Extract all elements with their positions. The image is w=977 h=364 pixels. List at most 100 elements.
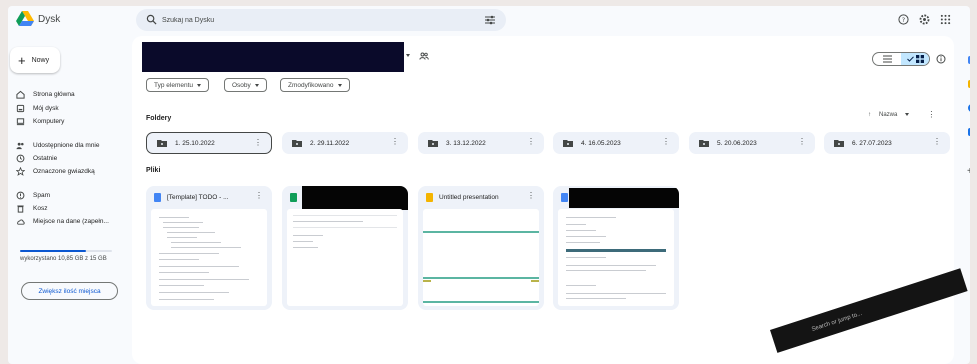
sort-label[interactable]: Nazwa bbox=[879, 112, 897, 118]
file-card[interactable]: Untitled presentation ⋮ bbox=[418, 186, 544, 310]
grid-view-button[interactable] bbox=[901, 53, 929, 65]
spam-icon bbox=[16, 191, 25, 199]
contacts-icon[interactable] bbox=[968, 128, 970, 136]
folder-item[interactable]: 6. 27.07.2023 ⋮ bbox=[824, 132, 950, 154]
folder-name: 3. 13.12.2022 bbox=[446, 139, 486, 147]
sidebar-item-storage[interactable]: Miejsce na dane (zapełn... bbox=[16, 215, 109, 227]
star-icon bbox=[16, 166, 25, 176]
chevron-down-icon bbox=[337, 83, 342, 87]
folder-item[interactable]: 2. 29.11.2022 ⋮ bbox=[282, 132, 408, 154]
chevron-down-icon bbox=[905, 113, 910, 116]
file-header: [Template] TODO - ... ⋮ bbox=[146, 186, 272, 208]
apps-grid-icon[interactable] bbox=[940, 14, 951, 25]
filter-modified-chip[interactable]: Zmodyfikowano bbox=[280, 78, 350, 92]
search-icon[interactable] bbox=[146, 14, 157, 25]
folder-name: 6. 27.07.2023 bbox=[852, 139, 892, 147]
file-card[interactable] bbox=[282, 186, 408, 310]
folder-item[interactable]: 3. 13.12.2022 ⋮ bbox=[418, 132, 544, 154]
folder-name: 4. 16.05.2023 bbox=[581, 139, 621, 147]
more-options-icon[interactable]: ⋮ bbox=[933, 137, 941, 146]
sidebar-item-shared[interactable]: Udostępnione dla mnie bbox=[16, 139, 100, 151]
cloud-icon bbox=[17, 218, 25, 225]
file-header bbox=[282, 186, 408, 210]
view-toggle bbox=[872, 52, 930, 66]
share-people-icon[interactable] bbox=[419, 51, 429, 61]
files-heading: Pliki bbox=[146, 167, 161, 174]
shared-folder-icon bbox=[834, 140, 844, 147]
filter-chip-label: Typ elementu bbox=[154, 81, 194, 89]
search-options-icon[interactable] bbox=[484, 14, 496, 26]
storage-progress bbox=[20, 250, 112, 252]
sidebar-item-computers[interactable]: Komputery bbox=[16, 115, 64, 127]
app-title: Dysk bbox=[38, 13, 61, 25]
sidebar-item-home[interactable]: Strona główna bbox=[16, 88, 75, 100]
sidebar-item-my-drive[interactable]: Mój dysk bbox=[16, 102, 59, 114]
drive-logo[interactable]: Dysk bbox=[16, 11, 60, 27]
more-options-icon[interactable]: ⋮ bbox=[662, 137, 670, 146]
filter-type-chip[interactable]: Typ elementu bbox=[146, 78, 210, 92]
sidebar-item-spam[interactable]: Spam bbox=[16, 189, 50, 201]
folder-name: 1. 25.10.2022 bbox=[175, 139, 215, 147]
plus-icon: + bbox=[18, 52, 26, 68]
file-card[interactable]: [Template] TODO - ... ⋮ bbox=[146, 186, 272, 310]
folder-item[interactable]: 1. 25.10.2022 ⋮ bbox=[146, 132, 272, 154]
more-options-icon[interactable]: ⋮ bbox=[798, 137, 806, 146]
tasks-icon[interactable] bbox=[968, 104, 970, 112]
shared-folder-icon bbox=[292, 140, 302, 147]
docs-icon bbox=[154, 192, 161, 202]
settings-gear-icon[interactable] bbox=[919, 14, 930, 25]
top-actions: ? bbox=[898, 14, 951, 25]
more-options-icon[interactable]: ⋮ bbox=[391, 137, 399, 146]
top-bar: Dysk ? bbox=[8, 6, 970, 36]
sort-control[interactable]: ↑ Nazwa ⋮ bbox=[868, 110, 935, 119]
new-button[interactable]: + Nowy bbox=[10, 47, 60, 73]
more-options-icon[interactable]: ⋮ bbox=[255, 191, 263, 200]
more-options-icon[interactable]: ⋮ bbox=[527, 191, 535, 200]
keep-icon[interactable] bbox=[968, 80, 970, 88]
search-bar[interactable] bbox=[136, 9, 506, 31]
more-options-icon[interactable]: ⋮ bbox=[254, 138, 262, 147]
chevron-down-icon bbox=[197, 83, 202, 87]
docs-icon bbox=[561, 192, 568, 202]
sidebar-item-label: Udostępnione dla mnie bbox=[33, 141, 100, 149]
sidebar-item-recent[interactable]: Ostatnie bbox=[16, 152, 57, 164]
file-thumbnail bbox=[558, 209, 674, 306]
clock-icon bbox=[16, 154, 25, 162]
folder-title-dropdown-icon[interactable] bbox=[406, 54, 410, 57]
arrow-up-icon[interactable]: ↑ bbox=[868, 112, 871, 118]
folder-item[interactable]: 5. 20.06.2023 ⋮ bbox=[689, 132, 815, 154]
storage-progress-fill bbox=[20, 250, 87, 252]
more-options-icon[interactable]: ⋮ bbox=[927, 110, 935, 119]
folders-heading: Foldery bbox=[146, 115, 172, 122]
file-thumbnail bbox=[151, 209, 267, 306]
file-header bbox=[553, 186, 679, 208]
help-icon[interactable]: ? bbox=[898, 14, 909, 25]
info-icon[interactable] bbox=[936, 54, 946, 64]
search-input[interactable] bbox=[162, 13, 462, 27]
sidebar-item-starred[interactable]: Oznaczone gwiazdką bbox=[16, 165, 95, 177]
folder-item[interactable]: 4. 16.05.2023 ⋮ bbox=[553, 132, 679, 154]
list-icon bbox=[882, 55, 892, 63]
sidebar-item-label: Komputery bbox=[33, 117, 65, 125]
sidebar-item-label: Mój dysk bbox=[33, 104, 59, 112]
sidebar-item-label: Kosz bbox=[33, 204, 48, 212]
more-options-icon[interactable]: ⋮ bbox=[527, 137, 535, 146]
file-thumbnail bbox=[287, 209, 403, 306]
slides-icon bbox=[426, 192, 433, 202]
filter-chip-label: Osoby bbox=[232, 81, 251, 89]
svg-text:?: ? bbox=[902, 16, 905, 24]
filter-chip-label: Zmodyfikowano bbox=[288, 81, 334, 89]
file-name: [Template] TODO - ... bbox=[167, 193, 229, 201]
grid-icon bbox=[915, 55, 924, 63]
add-addon-icon[interactable]: + bbox=[967, 166, 970, 177]
sidebar-item-trash[interactable]: Kosz bbox=[16, 202, 47, 214]
calendar-icon[interactable] bbox=[968, 56, 970, 64]
file-card[interactable] bbox=[553, 186, 679, 310]
folder-name: 5. 20.06.2023 bbox=[717, 139, 757, 147]
folder-title-redacted bbox=[142, 42, 404, 72]
list-view-button[interactable] bbox=[873, 53, 901, 65]
file-thumbnail bbox=[423, 209, 539, 306]
shared-folder-icon bbox=[157, 140, 167, 147]
upgrade-storage-button[interactable]: Zwiększ ilość miejsca bbox=[21, 282, 118, 300]
filter-people-chip[interactable]: Osoby bbox=[224, 78, 267, 92]
